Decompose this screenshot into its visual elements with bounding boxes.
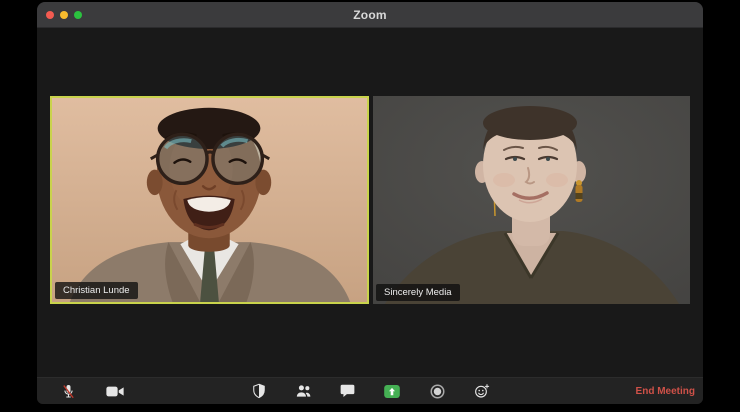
close-button[interactable] [46, 10, 54, 19]
share-screen-button[interactable] [377, 378, 407, 404]
zoom-window: Zoom Christian Lunde Sincerely Media End… [37, 2, 703, 404]
share-screen-icon [384, 384, 400, 398]
reactions-button[interactable] [467, 378, 497, 404]
titlebar[interactable]: Zoom [37, 2, 703, 28]
video-feed-man-portrait [52, 98, 367, 302]
participant-name-tag: Christian Lunde [55, 281, 138, 299]
participants-icon [296, 385, 310, 397]
window-title: Zoom [353, 7, 387, 22]
record-icon [430, 384, 444, 398]
end-meeting-button[interactable]: End Meeting [636, 378, 695, 404]
security-button[interactable] [244, 378, 274, 404]
chat-bubble-icon [340, 384, 354, 397]
video-camera-icon [106, 386, 124, 396]
security-shield-icon [253, 383, 265, 399]
microphone-muted-icon [62, 384, 74, 398]
mute-button[interactable] [53, 378, 83, 404]
reactions-icon [475, 384, 490, 398]
video-feed-woman-portrait [373, 96, 690, 304]
traffic-lights [46, 2, 82, 27]
video-tile-participant[interactable]: Sincerely Media [373, 96, 690, 304]
record-button[interactable] [422, 378, 452, 404]
minimize-button[interactable] [60, 10, 68, 19]
fullscreen-button[interactable] [74, 10, 82, 19]
chat-button[interactable] [332, 378, 362, 404]
participants-button[interactable] [288, 378, 318, 404]
meeting-toolbar: End Meeting [37, 377, 703, 404]
video-tile-active-speaker[interactable]: Christian Lunde [50, 96, 369, 304]
screen: Zoom Christian Lunde Sincerely Media End… [0, 0, 740, 412]
video-button[interactable] [100, 378, 130, 404]
participant-name-tag: Sincerely Media [376, 283, 460, 301]
